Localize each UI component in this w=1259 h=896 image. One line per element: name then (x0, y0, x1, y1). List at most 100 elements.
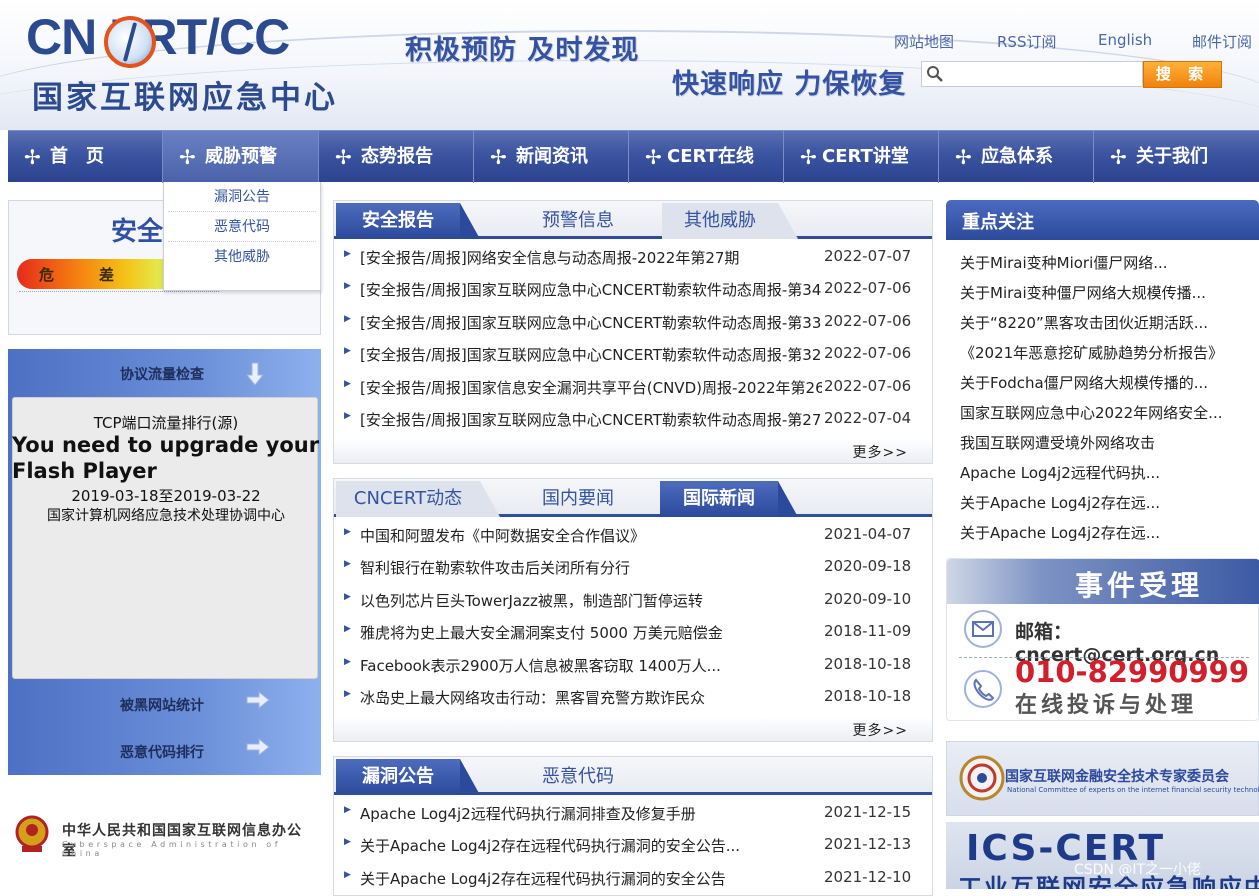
hacked-sites-link[interactable]: 被黑网站统计 (120, 695, 204, 715)
nav-about[interactable]: ✢ 关于我们 (1094, 131, 1259, 183)
search-icon (927, 66, 943, 82)
incident-subtitle: 在线投诉与处理 (1015, 693, 1198, 718)
list-item[interactable]: ▶ 雅虎将为史上最大安全漏洞案支付 5000 万美元赔偿金 2018-11-09 (334, 616, 932, 648)
cac-link[interactable]: 中华人民共和国国家互联网信息办公室 Cyberspace Administrat… (14, 814, 314, 859)
tab-other-threats[interactable]: 其他威胁 (662, 203, 798, 239)
key-focus-box: 重点关注 关于Mirai变种Miori僵尸网络... 关于Mirai变种僵尸网络… (946, 200, 1259, 545)
link-english[interactable]: English (1098, 31, 1152, 49)
arrow-right-icon[interactable] (246, 691, 270, 709)
item-title[interactable]: [安全报告/周报]网络安全信息与动态周报-2022年第27期 (360, 247, 822, 268)
item-title[interactable]: 雅虎将为史上最大安全漏洞案支付 5000 万美元赔偿金 (360, 622, 822, 643)
tab-cncert-news[interactable]: CNCERT动态 (336, 481, 500, 517)
dropdown-item-other[interactable]: 其他威胁 (168, 242, 316, 272)
bullet-icon: ▶ (344, 411, 351, 421)
flash-upgrade-message[interactable]: You need to upgrade your Flash Player (12, 432, 332, 484)
tab-malware[interactable]: 恶意代码 (520, 759, 636, 795)
key-focus-header: 重点关注 (946, 200, 1259, 240)
item-date: 2021-12-13 (824, 835, 912, 853)
dropdown-item-vuln[interactable]: 漏洞公告 (168, 182, 316, 212)
list-item[interactable]: ▶ 中国和阿盟发布《中阿数据安全合作倡议》 2021-04-07 (334, 519, 932, 551)
flash-org: 国家计算机网络应急技术处理协调中心 (47, 508, 285, 524)
nav-response-system[interactable]: ✢ 应急体系 (939, 131, 1094, 183)
focus-item[interactable]: 关于Mirai变种Miori僵尸网络... (960, 252, 1255, 273)
more-link[interactable]: 更多>> (853, 442, 908, 462)
item-title[interactable]: 以色列芯片巨头TowerJazz被黑，制造部门暂停运转 (360, 590, 822, 611)
link-rss[interactable]: RSS订阅 (997, 31, 1056, 52)
item-title[interactable]: [安全报告/周报]国家互联网应急中心CNCERT勒索软件动态周报-第27 (360, 409, 822, 430)
plus-icon: ✢ (490, 145, 507, 169)
nav-threat-warning[interactable]: ✢ 威胁预警 (163, 131, 319, 183)
security-report-panel: 安全报告 预警信息 其他威胁 ▶ [安全报告/周报]网络安全信息与动态周报-202… (333, 200, 933, 464)
focus-item[interactable]: 关于Fodcha僵尸网络大规模传播的... (960, 372, 1255, 393)
more-link[interactable]: 更多>> (853, 720, 908, 740)
nav-cert-lecture[interactable]: ✢ CERT讲堂 (784, 131, 939, 183)
focus-item[interactable]: 关于Apache Log4j2存在远... (960, 522, 1255, 543)
item-title[interactable]: 冰岛史上最大网络攻击行动：黑客冒充警方欺诈民众 (360, 687, 822, 708)
list-item[interactable]: ▶ [安全报告/周报]国家互联网应急中心CNCERT勒索软件动态周报-第34 202… (334, 273, 932, 305)
list-item[interactable]: ▶ Apache Log4j2远程代码执行漏洞排查及修复手册 2021-12-15 (334, 797, 932, 829)
nav-home[interactable]: ✢ 首 页 (8, 131, 163, 183)
nav-cert-online[interactable]: ✢ CERT在线 (629, 131, 784, 183)
list-item[interactable]: ▶ [安全报告/周报]国家信息安全漏洞共享平台(CNVD)周报-2022年第26 2… (334, 371, 932, 403)
link-mail-subscribe[interactable]: 邮件订阅 (1192, 31, 1252, 52)
tab-international-news[interactable]: 国际新闻 (660, 481, 798, 517)
list-item[interactable]: ▶ [安全报告/周报]网络安全信息与动态周报-2022年第27期 2022-07-0… (334, 241, 932, 273)
item-date: 2020-09-18 (824, 557, 912, 575)
tab-domestic-news[interactable]: 国内要闻 (522, 481, 634, 517)
focus-item[interactable]: Apache Log4j2远程代码执... (960, 462, 1255, 483)
item-title[interactable]: 关于Apache Log4j2存在远程代码执行漏洞的安全公告 (360, 868, 822, 889)
focus-item[interactable]: 关于“8220”黑客攻击团伙近期活跃... (960, 312, 1255, 333)
tab-vuln-notice[interactable]: 漏洞公告 (336, 759, 480, 795)
nav-situation-report[interactable]: ✢ 态势报告 (319, 131, 474, 183)
item-title[interactable]: 中国和阿盟发布《中阿数据安全合作倡议》 (360, 525, 822, 546)
bullet-icon: ▶ (344, 314, 351, 324)
list-item[interactable]: ▶ [安全报告/周报]国家互联网应急中心CNCERT勒索软件动态周报-第33 202… (334, 306, 932, 338)
list-item[interactable]: ▶ Facebook表示2900万人信息被黑客窃取 1400万人... 2018-1… (334, 649, 932, 681)
tab-warning-info[interactable]: 预警信息 (520, 203, 636, 239)
item-title[interactable]: [安全报告/周报]国家信息安全漏洞共享平台(CNVD)周报-2022年第26 (360, 377, 822, 398)
list-item[interactable]: ▶ 关于Apache Log4j2存在远程代码执行漏洞的安全公告... 2021-1… (334, 829, 932, 861)
panel-tabs: 漏洞公告 恶意代码 (334, 757, 932, 795)
nav-label: CERT讲堂 (822, 146, 909, 167)
focus-item[interactable]: 关于Apache Log4j2存在远... (960, 492, 1255, 513)
list-item[interactable]: ▶ 智利银行在勒索软件攻击后关闭所有分行 2020-09-18 (334, 551, 932, 583)
item-title[interactable]: [安全报告/周报]国家互联网应急中心CNCERT勒索软件动态周报-第33 (360, 312, 822, 333)
bullet-icon: ▶ (344, 559, 351, 569)
bullet-icon: ▶ (344, 249, 351, 259)
list-item[interactable]: ▶ [安全报告/周报]国家互联网应急中心CNCERT勒索软件动态周报-第32 202… (334, 338, 932, 370)
logo-subtitle: 国家互联网应急中心 (32, 80, 338, 116)
search-input[interactable] (921, 61, 1143, 87)
list-item[interactable]: ▶ 关于Apache Log4j2存在远程代码执行漏洞的安全公告 2021-12-1… (334, 862, 932, 894)
fin-security-committee-banner[interactable]: 国家互联网金融安全技术专家委员会 National Committee of e… (946, 741, 1259, 816)
list-item[interactable]: ▶ [安全报告/周报]国家互联网应急中心CNCERT勒索软件动态周报-第27 202… (334, 403, 932, 435)
focus-item[interactable]: 《2021年恶意挖矿威胁趋势分析报告》 (960, 342, 1255, 363)
list-item[interactable]: ▶ 以色列芯片巨头TowerJazz被黑，制造部门暂停运转 2020-09-10 (334, 584, 932, 616)
item-title[interactable]: Apache Log4j2远程代码执行漏洞排查及修复手册 (360, 803, 822, 824)
search-button[interactable]: 搜 索 (1143, 61, 1222, 88)
nav-news[interactable]: ✢ 新闻资讯 (474, 131, 629, 183)
item-title[interactable]: [安全报告/周报]国家互联网应急中心CNCERT勒索软件动态周报-第32 (360, 344, 822, 365)
list-item[interactable]: ▶ 冰岛史上最大网络攻击行动：黑客冒充警方欺诈民众 2018-10-18 (334, 681, 932, 713)
link-sitemap[interactable]: 网站地图 (894, 31, 954, 52)
item-title[interactable]: 智利银行在勒索软件攻击后关闭所有分行 (360, 557, 822, 578)
item-title[interactable]: [安全报告/周报]国家互联网应急中心CNCERT勒索软件动态周报-第34 (360, 279, 822, 300)
item-title[interactable]: Facebook表示2900万人信息被黑客窃取 1400万人... (360, 655, 822, 676)
traffic-check-header[interactable]: 协议流量检查 (8, 349, 321, 397)
malware-rank-link[interactable]: 恶意代码排行 (120, 742, 204, 762)
item-title[interactable]: 关于Apache Log4j2存在远程代码执行漏洞的安全公告... (360, 835, 822, 856)
key-focus-title: 重点关注 (962, 212, 1034, 233)
dropdown-item-malware[interactable]: 恶意代码 (168, 212, 316, 242)
focus-item[interactable]: 关于Mirai变种僵尸网络大规模传播... (960, 282, 1255, 303)
panel-tabs: CNCERT动态 国内要闻 国际新闻 (334, 479, 932, 517)
tab-security-report[interactable]: 安全报告 (336, 203, 480, 239)
nav-label: CERT在线 (667, 146, 754, 167)
arrow-right-icon[interactable] (246, 738, 270, 756)
incident-report-box[interactable]: 事件受理 邮箱：cncert@cert.org.cn 010-82990999 … (946, 558, 1259, 721)
focus-item[interactable]: 国家互联网应急中心2022年网络安全... (960, 402, 1255, 423)
bullet-icon: ▶ (344, 837, 351, 847)
site-logo[interactable]: CN ERT/CC (26, 8, 290, 66)
incident-phone[interactable]: 010-82990999 (1015, 655, 1249, 689)
focus-item[interactable]: 我国互联网遭受境外网络攻击 (960, 432, 1255, 453)
site-header: CN ERT/CC 国家互联网应急中心 积极预防 及时发现 快速响应 力保恢复 … (0, 0, 1259, 130)
bullet-icon: ▶ (344, 281, 351, 291)
